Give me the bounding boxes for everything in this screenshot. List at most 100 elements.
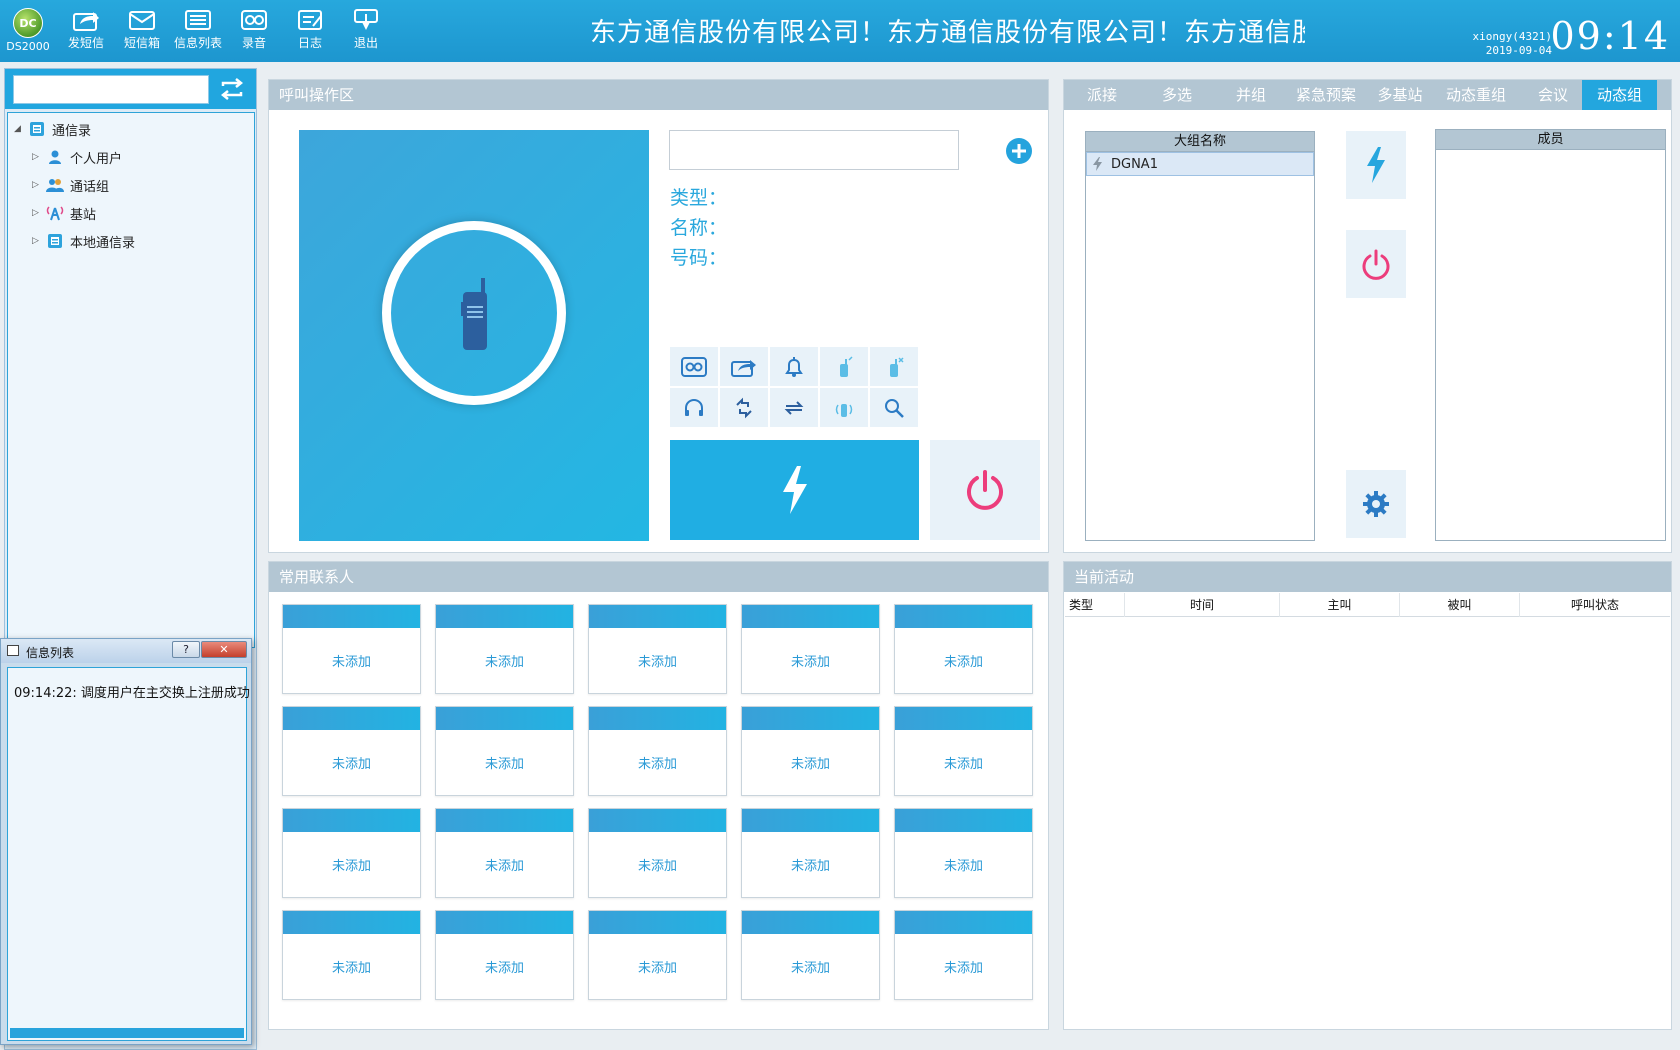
contact-slot[interactable]: 未添加 bbox=[435, 706, 574, 796]
ptt-call-button[interactable] bbox=[670, 440, 919, 540]
contact-slot-label: 未添加 bbox=[637, 961, 677, 976]
activity-panel-title: 当前活动 bbox=[1064, 562, 1671, 592]
contact-slot[interactable]: 未添加 bbox=[894, 604, 1033, 694]
top-toolbar: DC DS2000 发短信 短信箱 信息列表 录音 日志 退出 东方通信股份有限… bbox=[0, 0, 1680, 62]
list-item[interactable]: DGNA1 bbox=[1086, 152, 1314, 176]
hangup-button[interactable] bbox=[930, 440, 1040, 540]
contact-slot[interactable]: 未添加 bbox=[588, 706, 727, 796]
logo-label: DS2000 bbox=[6, 40, 50, 53]
expand-arrow-icon[interactable]: ▷ bbox=[32, 152, 46, 162]
tree-item-local-contacts[interactable]: ▷ 本地通信录 bbox=[32, 230, 135, 252]
group-list-header: 大组名称 bbox=[1086, 132, 1314, 152]
message-list-window[interactable]: 信息列表 ? ✕ 09:14:22: 调度用户在主交换上注册成功 bbox=[0, 638, 252, 1045]
expand-arrow-icon[interactable]: ▷ bbox=[32, 180, 46, 190]
contact-slot[interactable]: 未添加 bbox=[741, 706, 880, 796]
window-titlebar[interactable]: 信息列表 ? ✕ bbox=[1, 639, 251, 663]
number-input[interactable] bbox=[669, 130, 959, 170]
contact-slot[interactable]: 未添加 bbox=[435, 910, 574, 1000]
exit-label: 退出 bbox=[353, 36, 378, 50]
contact-slot-label: 未添加 bbox=[943, 859, 983, 874]
column-header[interactable]: 主叫 bbox=[1280, 593, 1400, 617]
broadcast-tool-button[interactable] bbox=[820, 388, 868, 427]
contact-slot[interactable]: 未添加 bbox=[435, 604, 574, 694]
recording-button[interactable]: 录音 bbox=[226, 4, 282, 58]
expand-arrow-icon[interactable]: ▷ bbox=[32, 208, 46, 218]
contact-slot[interactable]: 未添加 bbox=[282, 604, 421, 694]
tab-dynamic-group[interactable]: 动态组 bbox=[1582, 80, 1657, 110]
column-header[interactable]: 被叫 bbox=[1400, 593, 1520, 617]
address-book-icon bbox=[46, 232, 64, 250]
tree-label: 基站 bbox=[70, 207, 97, 223]
search-tool-button[interactable] bbox=[870, 388, 918, 427]
tab-conference[interactable]: 会议 bbox=[1516, 80, 1590, 110]
send-sms-button[interactable]: 发短信 bbox=[58, 4, 114, 58]
sms-box-button[interactable]: 短信箱 bbox=[114, 4, 170, 58]
contact-slot[interactable]: 未添加 bbox=[741, 808, 880, 898]
radio-on-tool-button[interactable] bbox=[820, 347, 868, 386]
radio-off-tool-button[interactable] bbox=[870, 347, 918, 386]
contact-slot[interactable]: 未添加 bbox=[588, 910, 727, 1000]
plus-circle-icon bbox=[1006, 138, 1032, 164]
swap-icon bbox=[784, 400, 804, 415]
tab-merge-group[interactable]: 并组 bbox=[1214, 80, 1288, 110]
member-list-header: 成员 bbox=[1436, 130, 1665, 150]
help-button[interactable]: ? bbox=[172, 641, 200, 658]
alarm-tool-button[interactable] bbox=[770, 347, 818, 386]
contact-slot[interactable]: 未添加 bbox=[435, 808, 574, 898]
group-settings-button[interactable] bbox=[1346, 470, 1406, 538]
message-list-label: 信息列表 bbox=[173, 36, 222, 50]
forward-tool-button[interactable] bbox=[720, 347, 768, 386]
add-button[interactable] bbox=[1005, 137, 1033, 165]
tab-dynamic-regroup[interactable]: 动态重组 bbox=[1436, 80, 1516, 110]
call-display[interactable] bbox=[299, 130, 649, 541]
swap-tool-button[interactable] bbox=[770, 388, 818, 427]
tab-multi-select[interactable]: 多选 bbox=[1140, 80, 1214, 110]
clock: 09:14 bbox=[1550, 14, 1670, 58]
contact-slot[interactable]: 未添加 bbox=[588, 808, 727, 898]
contact-slot[interactable]: 未添加 bbox=[741, 910, 880, 1000]
contact-slot[interactable]: 未添加 bbox=[894, 910, 1033, 1000]
share-icon bbox=[731, 359, 756, 377]
contact-slot-label: 未添加 bbox=[484, 859, 524, 874]
column-header[interactable]: 呼叫状态 bbox=[1520, 593, 1670, 617]
record-tool-button[interactable] bbox=[670, 347, 718, 386]
close-button[interactable]: ✕ bbox=[201, 641, 247, 658]
sidebar-search-bar bbox=[5, 69, 256, 109]
contact-slot[interactable]: 未添加 bbox=[282, 706, 421, 796]
column-header[interactable]: 时间 bbox=[1125, 593, 1280, 617]
exit-icon bbox=[354, 9, 378, 30]
tree-item-root[interactable]: ◢ 通信录 bbox=[14, 118, 91, 140]
contact-slot[interactable]: 未添加 bbox=[588, 604, 727, 694]
deactivate-group-button[interactable] bbox=[1346, 230, 1406, 298]
contact-slot[interactable]: 未添加 bbox=[894, 706, 1033, 796]
refresh-button[interactable] bbox=[217, 77, 247, 101]
tab-multi-station[interactable]: 多基站 bbox=[1364, 80, 1436, 110]
sms-box-label: 短信箱 bbox=[123, 36, 160, 50]
number-label: 号码： bbox=[670, 247, 728, 269]
contact-slot-label: 未添加 bbox=[637, 859, 677, 874]
contact-slot[interactable]: 未添加 bbox=[894, 808, 1033, 898]
transfer-tool-button[interactable] bbox=[720, 388, 768, 427]
log-button[interactable]: 日志 bbox=[282, 4, 338, 58]
radio-icon bbox=[461, 278, 487, 350]
search-input[interactable] bbox=[13, 75, 209, 104]
monitor-tool-button[interactable] bbox=[670, 388, 718, 427]
exit-button[interactable]: 退出 bbox=[338, 4, 394, 58]
mailbox-icon bbox=[129, 11, 155, 30]
activate-group-button[interactable] bbox=[1346, 131, 1406, 199]
tree-item-base-station[interactable]: ▷ 基站 bbox=[32, 202, 96, 224]
column-header[interactable]: 类型 bbox=[1065, 593, 1125, 617]
contact-slot[interactable]: 未添加 bbox=[282, 910, 421, 1000]
collapse-arrow-icon[interactable]: ◢ bbox=[14, 124, 28, 134]
tab-patch[interactable]: 派接 bbox=[1064, 80, 1140, 110]
expand-arrow-icon[interactable]: ▷ bbox=[32, 236, 46, 246]
contact-slot[interactable]: 未添加 bbox=[282, 808, 421, 898]
contact-slot-label: 未添加 bbox=[943, 655, 983, 670]
message-list-button[interactable]: 信息列表 bbox=[170, 4, 226, 58]
horizontal-scrollbar[interactable] bbox=[10, 1028, 244, 1038]
contact-slot[interactable]: 未添加 bbox=[741, 604, 880, 694]
gear-icon bbox=[1363, 491, 1389, 517]
tree-item-talk-group[interactable]: ▷ 通话组 bbox=[32, 174, 109, 196]
tab-emergency-plan[interactable]: 紧急预案 bbox=[1288, 80, 1364, 110]
tree-item-personal-user[interactable]: ▷ 个人用户 bbox=[32, 146, 122, 168]
